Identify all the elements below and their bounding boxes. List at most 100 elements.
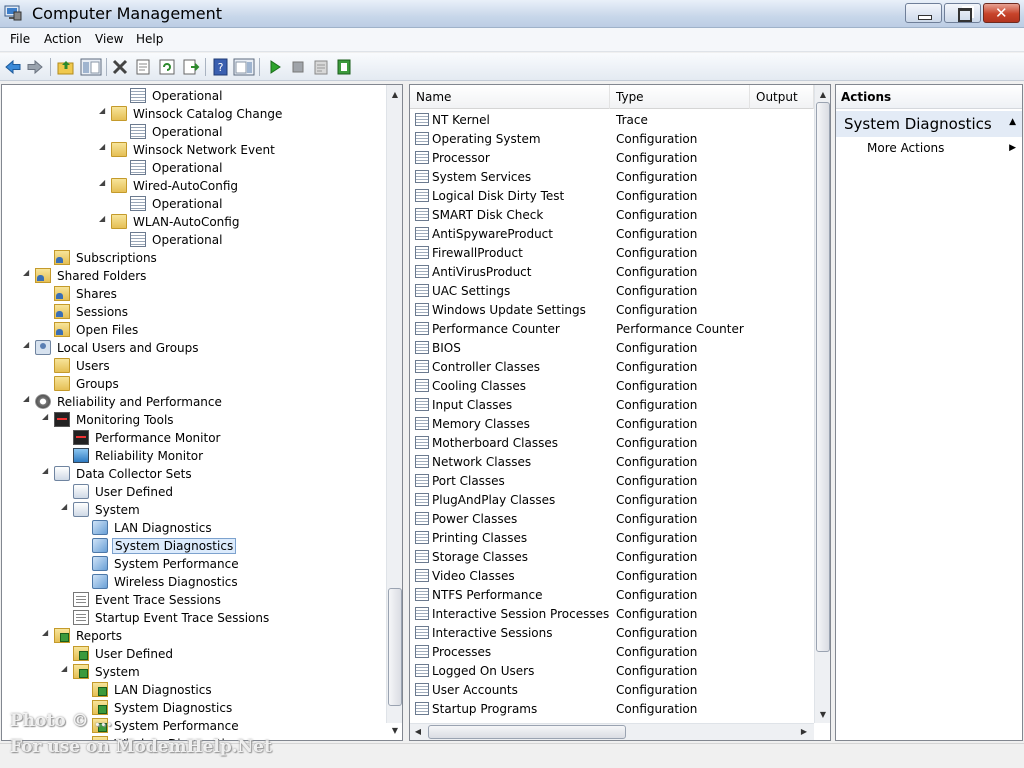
list-item[interactable]: BIOS Configuration	[410, 338, 814, 357]
menu-help[interactable]: Help	[136, 32, 163, 46]
list-item[interactable]: AntiVirusProduct Configuration	[410, 262, 814, 281]
list-vertical-scrollbar[interactable]: ▲ ▼	[814, 85, 830, 723]
list-hscroll-thumb[interactable]	[428, 725, 626, 739]
delete-icon[interactable]	[111, 58, 129, 76]
list-item[interactable]: Memory Classes Configuration	[410, 414, 814, 433]
scroll-down-icon[interactable]: ▼	[815, 707, 830, 723]
list-item[interactable]: Performance Counter Performance Counter	[410, 319, 814, 338]
list-item[interactable]: NTFS Performance Configuration	[410, 585, 814, 604]
console-tree-pane[interactable]: Operational ◢ Winsock Catalog Change Operat…	[1, 84, 403, 741]
menu-action[interactable]: Action	[44, 32, 82, 46]
list-item[interactable]: NT Kernel Trace	[410, 110, 814, 129]
scroll-up-icon[interactable]: ▲	[815, 87, 830, 103]
scroll-down-icon[interactable]: ▼	[387, 723, 402, 739]
list-item[interactable]: PlugAndPlay Classes Configuration	[410, 490, 814, 509]
collapse-up-icon[interactable]: ▲	[1009, 117, 1016, 127]
show-hide-tree-icon[interactable]	[80, 58, 102, 76]
expand-arrow-icon[interactable]: ◢	[23, 394, 33, 403]
back-arrow-icon[interactable]	[4, 58, 22, 76]
tree-scroll-thumb[interactable]	[388, 588, 402, 706]
list-item[interactable]: Processes Configuration	[410, 642, 814, 661]
tree-vertical-scrollbar[interactable]: ▲ ▼	[386, 85, 402, 735]
title-bar[interactable]: Computer Management	[0, 0, 1024, 28]
list-item-type: Configuration	[616, 227, 698, 241]
expand-arrow-icon[interactable]: ◢	[99, 142, 109, 151]
result-list-pane[interactable]: Name Type Output NT Kernel Trace Operating…	[409, 84, 831, 741]
list-item[interactable]: Input Classes Configuration	[410, 395, 814, 414]
data-collector-icon	[415, 550, 429, 563]
show-hide-action-pane-icon[interactable]	[233, 58, 255, 76]
list-item[interactable]: SMART Disk Check Configuration	[410, 205, 814, 224]
list-item[interactable]: Startup Programs Configuration	[410, 699, 814, 718]
refresh-icon[interactable]	[158, 58, 176, 76]
restore-button[interactable]	[944, 3, 981, 23]
expand-arrow-icon[interactable]: ◢	[42, 628, 52, 637]
list-item-type: Configuration	[616, 550, 698, 564]
data-collector-icon	[415, 645, 429, 658]
list-item[interactable]: Printing Classes Configuration	[410, 528, 814, 547]
stop-icon[interactable]	[289, 58, 307, 76]
list-item[interactable]: FirewallProduct Configuration	[410, 243, 814, 262]
column-header-type[interactable]: Type	[610, 85, 750, 109]
close-button[interactable]	[983, 3, 1020, 23]
menu-view[interactable]: View	[95, 32, 123, 46]
list-horizontal-scrollbar[interactable]: ◀ ▶	[410, 723, 814, 740]
expand-arrow-icon[interactable]: ◢	[42, 466, 52, 475]
actions-section-system-diagnostics[interactable]: System Diagnostics ▲	[836, 111, 1022, 137]
expand-arrow-icon[interactable]: ◢	[61, 502, 71, 511]
list-item[interactable]: Operating System Configuration	[410, 129, 814, 148]
data-collector-icon	[415, 531, 429, 544]
expand-arrow-icon[interactable]: ◢	[23, 268, 33, 277]
list-item-type: Configuration	[616, 379, 698, 393]
list-item[interactable]: Video Classes Configuration	[410, 566, 814, 585]
list-item-type: Configuration	[616, 436, 698, 450]
list-item[interactable]: Storage Classes Configuration	[410, 547, 814, 566]
expand-arrow-icon[interactable]: ◢	[61, 664, 71, 673]
list-item-name: AntiSpywareProduct	[432, 227, 553, 241]
list-item[interactable]: Interactive Sessions Configuration	[410, 623, 814, 642]
column-header-output[interactable]: Output	[750, 85, 814, 109]
list-item-type: Configuration	[616, 455, 698, 469]
properties-icon[interactable]	[134, 58, 152, 76]
list-item[interactable]: Logical Disk Dirty Test Configuration	[410, 186, 814, 205]
folder-icon	[111, 214, 127, 229]
list-item[interactable]: AntiSpywareProduct Configuration	[410, 224, 814, 243]
list-item[interactable]: System Services Configuration	[410, 167, 814, 186]
column-header-name[interactable]: Name	[410, 85, 610, 109]
forward-arrow-icon[interactable]	[26, 58, 44, 76]
menu-file[interactable]: File	[10, 32, 30, 46]
list-item[interactable]: Network Classes Configuration	[410, 452, 814, 471]
list-item[interactable]: Controller Classes Configuration	[410, 357, 814, 376]
scroll-right-icon[interactable]: ▶	[796, 724, 812, 740]
help-icon[interactable]: ?	[212, 58, 230, 76]
list-item[interactable]: Logged On Users Configuration	[410, 661, 814, 680]
list-item[interactable]: Interactive Session Processes Configurati…	[410, 604, 814, 623]
expand-arrow-icon[interactable]: ◢	[99, 214, 109, 223]
schedule-icon[interactable]	[312, 58, 330, 76]
expand-arrow-icon[interactable]: ◢	[99, 178, 109, 187]
monitor-icon	[73, 430, 89, 445]
minimize-button[interactable]	[905, 3, 942, 23]
list-item[interactable]: Processor Configuration	[410, 148, 814, 167]
expand-arrow-icon[interactable]: ◢	[99, 106, 109, 115]
more-actions-item[interactable]: More Actions	[867, 141, 944, 155]
list-item[interactable]: Motherboard Classes Configuration	[410, 433, 814, 452]
scroll-left-icon[interactable]: ◀	[410, 724, 426, 740]
share-icon	[35, 268, 51, 283]
export-list-icon[interactable]	[182, 58, 200, 76]
latest-report-icon[interactable]	[335, 58, 353, 76]
list-item[interactable]: Power Classes Configuration	[410, 509, 814, 528]
list-item[interactable]: UAC Settings Configuration	[410, 281, 814, 300]
scroll-up-icon[interactable]: ▲	[387, 87, 402, 103]
list-scroll-thumb[interactable]	[816, 102, 830, 652]
tree-item-label: Wireless Diagnostics	[112, 737, 240, 740]
list-item[interactable]: User Accounts Configuration	[410, 680, 814, 699]
start-icon[interactable]	[266, 58, 284, 76]
list-item[interactable]: Cooling Classes Configuration	[410, 376, 814, 395]
up-folder-icon[interactable]	[57, 58, 75, 76]
list-item[interactable]: Port Classes Configuration	[410, 471, 814, 490]
expand-arrow-icon[interactable]: ◢	[23, 340, 33, 349]
expand-arrow-icon[interactable]: ◢	[42, 412, 52, 421]
list-item[interactable]: Windows Update Settings Configuration	[410, 300, 814, 319]
data-collector-icon	[415, 227, 429, 240]
